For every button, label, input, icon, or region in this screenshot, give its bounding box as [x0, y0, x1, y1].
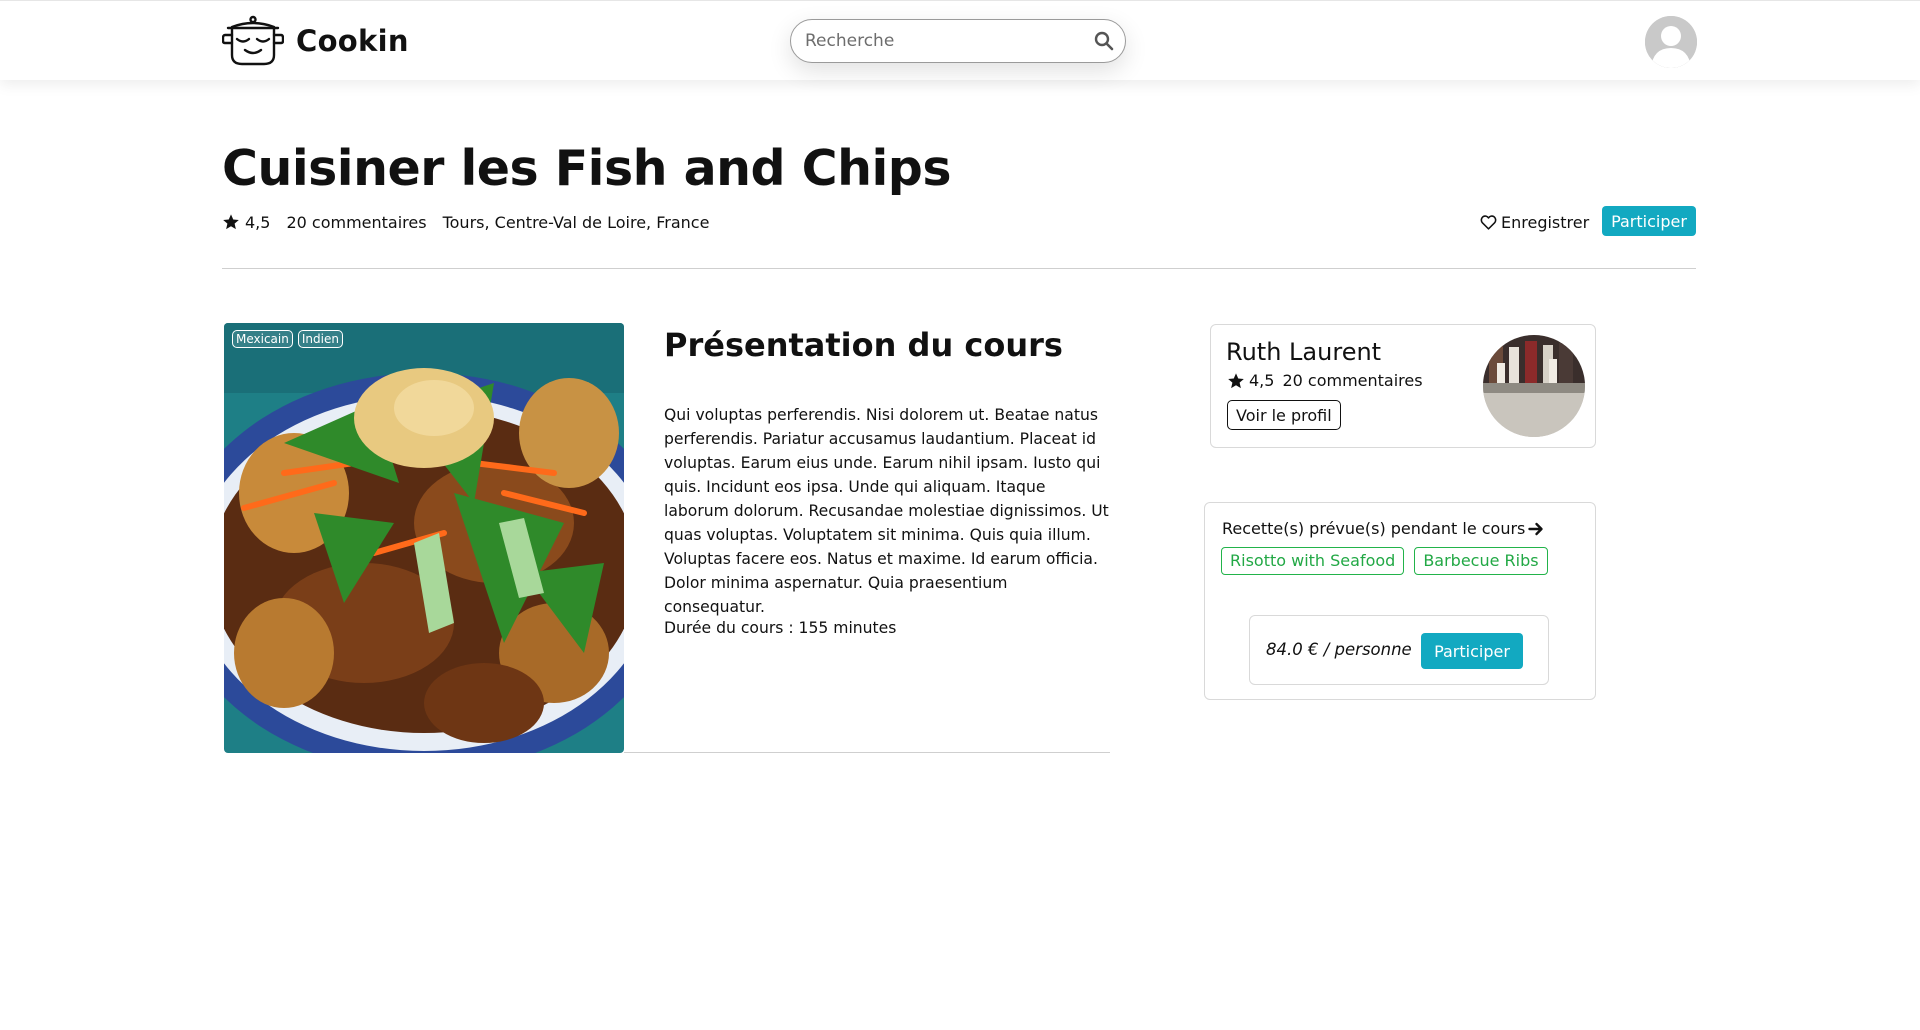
recipes-heading: Recette(s) prévue(s) pendant le cours — [1222, 519, 1526, 538]
price-box: 84.0 € / personne Participer — [1249, 615, 1549, 685]
course-meta: 4,5 20 commentaires Tours, Centre-Val de… — [222, 210, 709, 234]
course-location: Tours, Centre-Val de Loire, France — [442, 212, 710, 232]
chef-photo-image — [1483, 335, 1585, 437]
cuisine-tag[interactable]: Indien — [297, 330, 343, 348]
star-icon — [1228, 372, 1244, 388]
participate-button[interactable]: Participer — [1421, 633, 1523, 669]
recipes-card: Recette(s) prévue(s) pendant le cours Ri… — [1204, 502, 1596, 700]
save-label: Enregistrer — [1501, 212, 1590, 232]
page-title: Cuisiner les Fish and Chips — [222, 140, 952, 197]
search-icon[interactable] — [1093, 30, 1115, 52]
price-per-person: 84.0 € / personne — [1266, 640, 1412, 659]
view-profile-button[interactable]: Voir le profil — [1227, 400, 1341, 430]
chef-card: Ruth Laurent 4,5 20 commentaires Voir le… — [1210, 324, 1596, 448]
header-divider — [222, 268, 1696, 269]
brand-logo[interactable]: Cookin — [222, 15, 409, 67]
top-navigation-bar: Cookin — [0, 0, 1920, 80]
cuisine-tags: Mexicain Indien — [232, 330, 343, 348]
participate-button[interactable]: Participer — [1602, 206, 1696, 236]
cuisine-tag[interactable]: Mexicain — [232, 330, 293, 348]
course-description: Qui voluptas perferendis. Nisi dolorem u… — [664, 406, 1109, 616]
save-button[interactable]: Enregistrer — [1480, 210, 1589, 234]
arrow-right-icon — [1528, 522, 1544, 535]
dish-photo — [224, 323, 624, 753]
recipe-list: Risotto with Seafood Barbecue Ribs — [1221, 547, 1548, 575]
course-duration: Durée du cours : 155 minutes — [664, 619, 897, 637]
search-input[interactable] — [805, 20, 1075, 62]
user-avatar-icon — [1645, 16, 1697, 68]
recipe-chip[interactable]: Risotto with Seafood — [1221, 547, 1405, 575]
cooking-pot-face-icon — [222, 15, 284, 66]
brand-name: Cookin — [296, 24, 409, 58]
recipes-heading-link[interactable]: Recette(s) prévue(s) pendant le cours — [1222, 519, 1544, 538]
star-icon — [223, 214, 239, 230]
recipe-chip[interactable]: Barbecue Ribs — [1414, 547, 1548, 575]
chef-photo — [1483, 335, 1585, 437]
course-rating: 4,5 — [245, 212, 271, 232]
section-title: Présentation du cours — [664, 326, 1063, 364]
chef-rating: 4,5 — [1249, 371, 1275, 390]
content-divider — [624, 752, 1110, 753]
chef-comments-count: 20 commentaires — [1282, 371, 1423, 390]
chef-meta: 4,5 20 commentaires — [1227, 371, 1423, 390]
heart-icon — [1480, 214, 1497, 230]
search-bar — [790, 19, 1126, 63]
chef-name: Ruth Laurent — [1226, 338, 1382, 366]
course-image: Mexicain Indien — [224, 323, 624, 753]
course-comments-count: 20 commentaires — [286, 212, 427, 232]
user-avatar[interactable] — [1645, 16, 1697, 68]
